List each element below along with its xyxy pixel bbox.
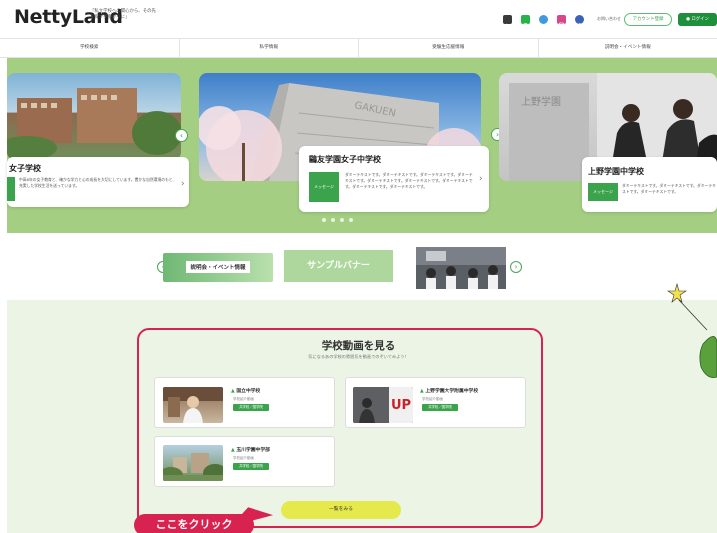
school-tag-3: 共学校／国学院 xyxy=(233,463,269,470)
nav-item-events[interactable]: 説明会・イベント情報 xyxy=(539,39,717,57)
youtube-icon[interactable] xyxy=(503,15,512,28)
carousel-dot[interactable] xyxy=(349,218,353,222)
nav-item-school-search[interactable]: 学校検索 xyxy=(0,39,180,57)
slide-title-3: 上野学園中学校 xyxy=(588,167,644,176)
sample-banner[interactable]: サンプルバナー xyxy=(284,250,393,282)
photo-sign: UP xyxy=(391,398,411,413)
slide-badge-1 xyxy=(7,177,15,201)
login-button[interactable]: ● ログイン xyxy=(678,13,717,26)
slide-text-2: ダミーテキストです。ダミーテキストです。ダミーテキストです。ダミーテキストです。… xyxy=(345,172,473,189)
login-button-label: ログイン xyxy=(691,17,709,22)
video-section-subtitle: 気になるあの学校の雰囲気を動画でのぞいてみよう！ xyxy=(308,354,409,359)
school-name-2: ▲ 上野学園大学附属中学校 xyxy=(420,387,478,394)
school-meta-2: 学校紹介動画 xyxy=(422,397,443,401)
instagram-icon[interactable] xyxy=(557,15,566,29)
slide-card-2[interactable]: 鷗友学園女子中学校 メッセージ ダミーテキストです。ダミーテキストです。ダミーテ… xyxy=(299,146,489,212)
school-meta-3: 学校紹介動画 xyxy=(233,456,254,460)
slide-card-3[interactable]: 上野学園中学校 メッセージ ダミーテキストです。ダミーテキストです。ダミーテキス… xyxy=(582,157,717,212)
school-tag-1: 共学校／国学院 xyxy=(233,404,269,411)
carousel-dot[interactable] xyxy=(331,218,335,222)
school-video-thumbnail[interactable] xyxy=(163,387,223,423)
event-info-banner-label: 説明会・イベント情報 xyxy=(186,261,250,273)
school-name-text: 玉川学園中学部 xyxy=(236,448,270,453)
svg-text:f: f xyxy=(578,23,581,31)
school-name-3: ▲ 玉川学園中学部 xyxy=(231,446,270,453)
global-nav: 学校検索 私学情報 受験生応援情報 説明会・イベント情報 xyxy=(0,38,717,58)
school-video-card[interactable]: ▲ 国立中学校 学校紹介動画 共学校／国学院 xyxy=(154,377,335,428)
twitter-icon[interactable] xyxy=(539,15,548,28)
slide-photo-1[interactable] xyxy=(7,73,181,160)
click-here-callout: ここをクリック xyxy=(134,514,254,533)
facebook-icon[interactable]: f xyxy=(575,15,584,31)
carousel-dot[interactable] xyxy=(322,218,326,222)
slide-title-2: 鷗友学園女子中学校 xyxy=(309,155,381,164)
site-tagline: 「私立学校への関心から、その先を探す手掛かりに」 xyxy=(90,9,156,20)
building-sign: 上野学園 xyxy=(521,95,561,108)
carousel-dot[interactable] xyxy=(340,218,344,222)
slide-card-1[interactable]: 女子学校 中高6年の女子教育と、確かな学力と心の成長を大切にしています。豊かな自… xyxy=(7,157,189,207)
contact-link[interactable]: お問い合わせ xyxy=(597,16,621,22)
nav-item-exam-support[interactable]: 受験生応援情報 xyxy=(359,39,539,57)
school-video-card[interactable]: ▲ 玉川学園中学部 学校紹介動画 共学校／国学院 xyxy=(154,436,335,487)
school-tag-2: 共学校／国学院 xyxy=(422,404,458,411)
nav-item-private-info[interactable]: 私学情報 xyxy=(180,39,359,57)
page: NettyLand 「私立学校への関心から、その先を探す手掛かりに」 f お問い… xyxy=(0,0,717,533)
slide-title-1: 女子学校 xyxy=(9,164,41,173)
slide-text-3: ダミーテキストです。ダミーテキストです。ダミーテキストです。ダミーテキストです。 xyxy=(622,183,716,194)
school-meta-1: 学校紹介動画 xyxy=(233,397,254,401)
mascot-illustration xyxy=(667,282,717,378)
slide-badge-2: メッセージ xyxy=(309,172,339,202)
carousel-prev-button[interactable]: ‹ xyxy=(175,129,188,142)
school-name-1: ▲ 国立中学校 xyxy=(231,387,260,394)
slide-text-1: 中高6年の女子教育と、確かな学力と心の成長を大切にしています。豊かな自然環境のも… xyxy=(19,177,177,188)
school-video-thumbnail[interactable]: UP xyxy=(353,387,413,423)
site-header: NettyLand 「私立学校への関心から、その先を探す手掛かりに」 f お問い… xyxy=(0,0,717,38)
carousel-dots xyxy=(322,218,353,222)
chevron-right-icon: › xyxy=(181,179,185,189)
classroom-photo-banner[interactable] xyxy=(416,247,506,289)
chevron-right-icon: › xyxy=(479,174,483,184)
banner-next-button[interactable]: › xyxy=(510,261,522,273)
school-video-thumbnail[interactable] xyxy=(163,445,223,481)
school-name-text: 国立中学校 xyxy=(236,389,261,394)
view-all-button[interactable]: 一覧をみる xyxy=(281,501,401,519)
school-name-text: 上野学園大学附属中学校 xyxy=(425,389,479,394)
line-icon[interactable] xyxy=(521,15,530,28)
school-video-card[interactable]: UP ▲ 上野学園大学附属中学校 学校紹介動画 共学校／国学院 xyxy=(345,377,526,428)
slide-badge-3: メッセージ xyxy=(588,183,618,201)
event-info-banner[interactable]: 説明会・イベント情報 xyxy=(163,253,273,282)
video-section-title: 学校動画を見る xyxy=(321,340,396,352)
register-button[interactable]: アカウント登録 xyxy=(624,13,672,26)
